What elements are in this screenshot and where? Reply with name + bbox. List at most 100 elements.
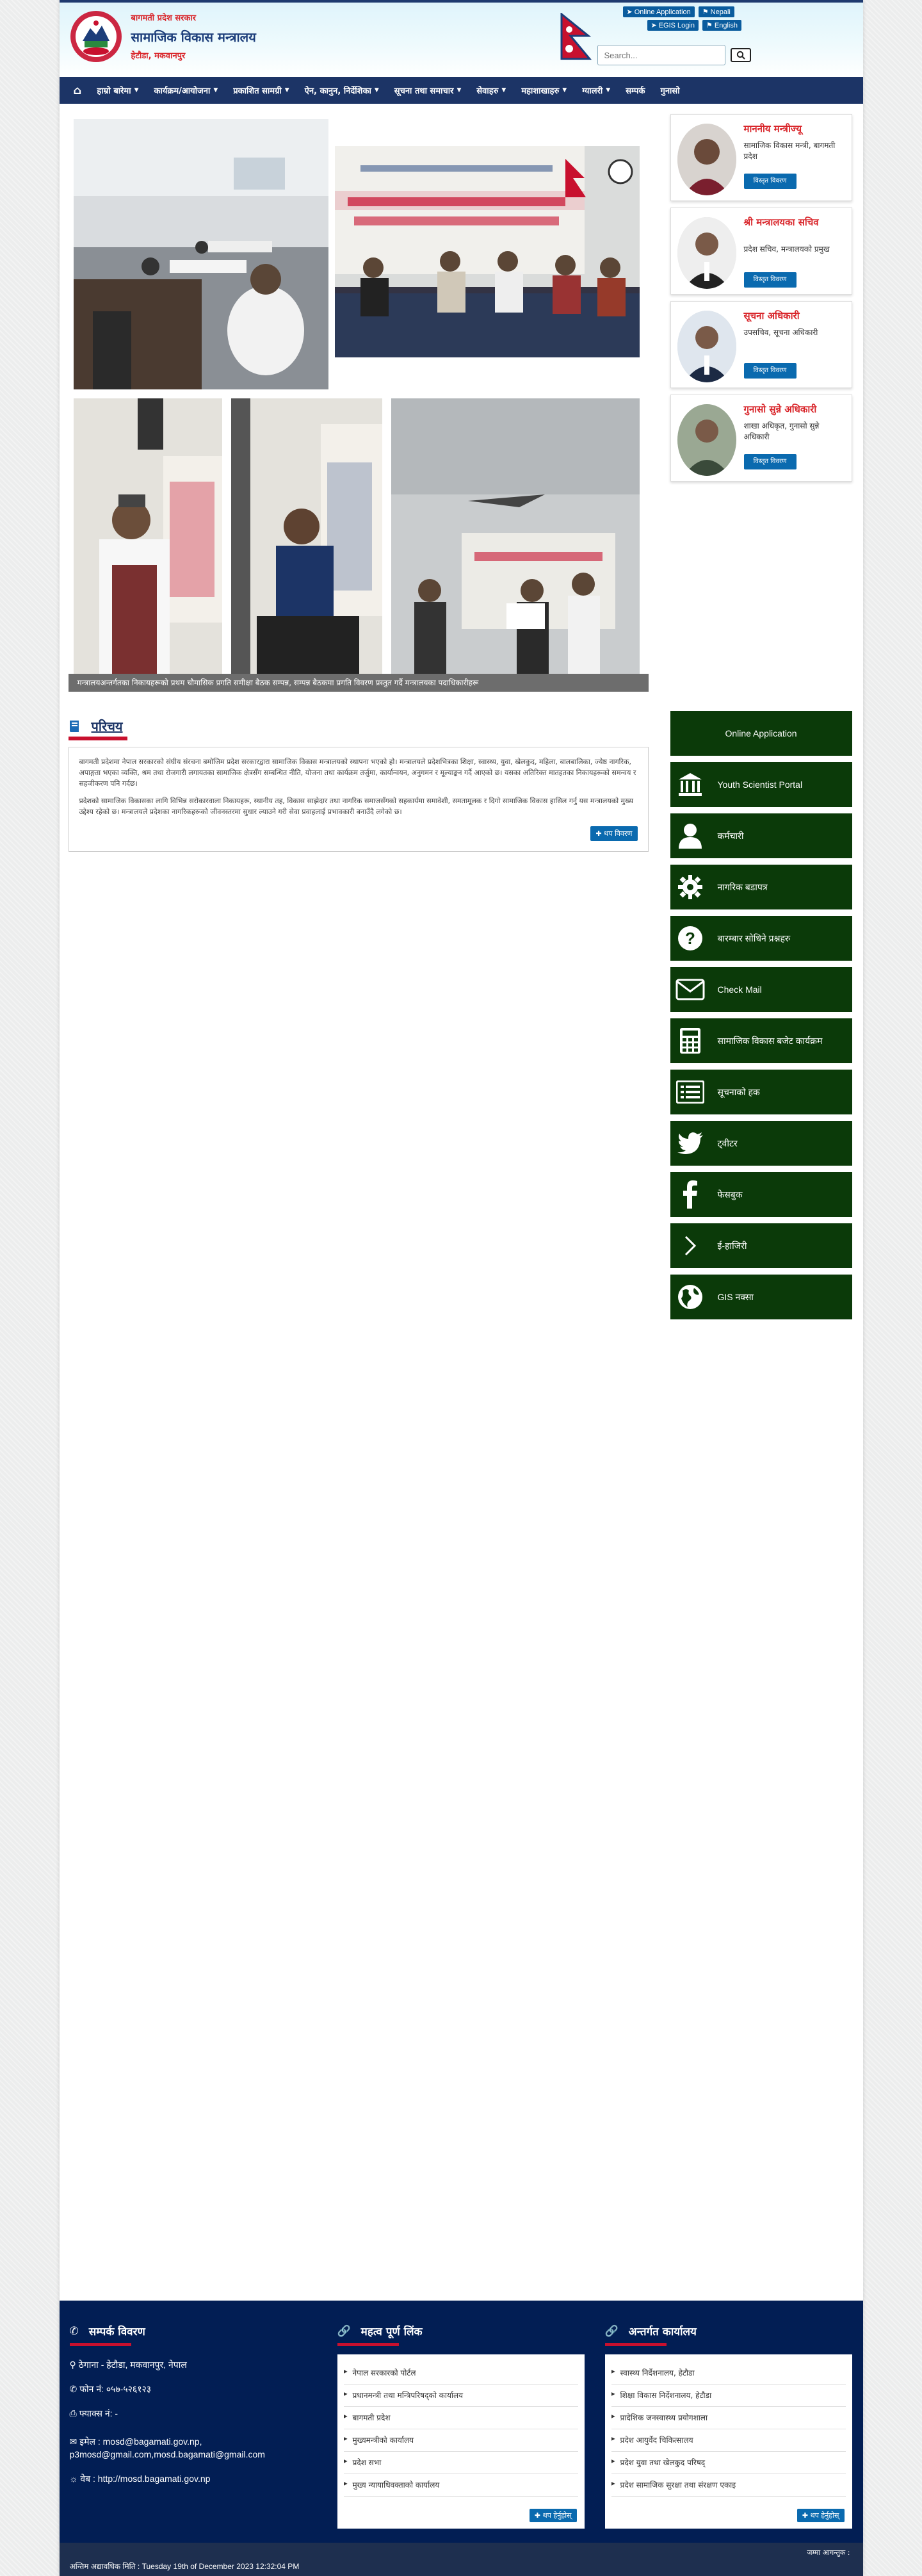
quick-link-twitter[interactable]: ट्वीटर [670, 1121, 852, 1166]
view-more-button[interactable]: ✚ थप हेर्नुहोस् [797, 2509, 845, 2522]
staff-card-information-officer: सूचना अधिकारी उपसचिव, सूचना अधिकारी विस्… [670, 301, 852, 388]
globe-icon: ☼ [69, 2474, 78, 2484]
office-location: हेटौडा, मकवानपुर [131, 51, 186, 61]
egis-login-link[interactable]: ➤ EGIS Login [647, 20, 699, 31]
phone-icon: ✆ [69, 2324, 79, 2338]
office-province: बागमती प्रदेश सरकार [131, 13, 197, 23]
office-names: बागमती प्रदेश सरकार सामाजिक विकास मन्त्र… [131, 12, 256, 61]
quick-link-right-to-information[interactable]: सूचनाको हक [670, 1070, 852, 1114]
nav-item-publications[interactable]: प्रकाशित सामग्री ▼ [225, 77, 296, 104]
quick-link-online-application[interactable]: Online Application [670, 711, 852, 756]
institution-icon [673, 762, 708, 807]
search-input[interactable] [597, 45, 725, 65]
chevron-down-icon: ▼ [501, 87, 506, 94]
image-slider[interactable]: मन्त्रालयअन्तर्गतका निकायहरूको प्रथम चौम… [68, 114, 649, 694]
chevron-down-icon: ▼ [562, 87, 567, 94]
gear-icon [673, 865, 708, 909]
search-button[interactable] [730, 48, 751, 62]
nepal-flag-icon: ⚑ [702, 8, 709, 16]
quick-link-gis-map[interactable]: GIS नक्सा [670, 1275, 852, 1319]
list-item[interactable]: प्रदेश सामाजिक सुरक्षा तथा संरक्षण एकाइ [611, 2474, 846, 2497]
page: बागमती प्रदेश सरकार सामाजिक विकास मन्त्र… [59, 0, 863, 2576]
nav-item-programs[interactable]: कार्यक्रम/आयोजना ▼ [147, 77, 226, 104]
staff-name: माननीय मन्त्रीज्यू [743, 123, 802, 135]
visitor-counter: जम्मा आगन्तुक : [807, 2548, 850, 2557]
envelope-icon [673, 967, 708, 1012]
nav-item-divisions[interactable]: महाशाखाहरु ▼ [514, 77, 574, 104]
calculator-icon [673, 1018, 708, 1063]
sign-in-icon: ➤ [651, 22, 657, 29]
quick-link-e-attendance[interactable]: ई-हाजिरी [670, 1223, 852, 1268]
list-item[interactable]: प्रादेशिक जनस्वास्थ्य प्रयोगशाला [611, 2407, 846, 2429]
nav-item-about[interactable]: हाम्रो बारेमा ▼ [89, 77, 146, 104]
meeting-hall-photo [73, 119, 328, 389]
site-header: बागमती प्रदेश सरकार सामाजिक विकास मन्त्र… [59, 0, 863, 77]
nepali-language-link[interactable]: ⚑ Nepali [698, 6, 734, 17]
staff-details-button[interactable]: विस्तृत विवरण [743, 454, 797, 469]
main-nav: ⌂ हाम्रो बारेमा ▼ कार्यक्रम/आयोजना ▼ प्रका… [59, 77, 863, 104]
important-links-title: 🔗 महत्व पूर्ण लिंक [337, 2324, 423, 2339]
quick-link-facebook[interactable]: फेसबुक [670, 1172, 852, 1217]
quick-link-citizen-charter[interactable]: नागरिक बडापत्र [670, 865, 852, 909]
speaker-photo-2 [230, 398, 382, 674]
list-item[interactable]: प्रदेश सभा [343, 2452, 578, 2474]
nav-item-gallery[interactable]: ग्यालरी ▼ [574, 77, 618, 104]
staff-details-button[interactable]: विस्तृत विवरण [743, 174, 797, 189]
quick-link-staff[interactable]: कर्मचारी [670, 813, 852, 858]
chevron-down-icon: ▼ [457, 87, 462, 94]
quick-link-youth-scientist-portal[interactable]: Youth Scientist Portal [670, 762, 852, 807]
quick-link-check-mail[interactable]: Check Mail [670, 967, 852, 1012]
chevron-right-icon [673, 1223, 708, 1268]
chevron-down-icon: ▼ [213, 87, 218, 94]
staff-details-button[interactable]: विस्तृत विवरण [743, 363, 797, 379]
contact-website[interactable]: ☼ वेब : http://mosd.bagamati.gov.np [70, 2472, 319, 2485]
nav-item-contact[interactable]: सम्पर्क [618, 77, 652, 104]
top-links: ➤ Online Application ⚑ Nepali ➤ EGIS Login … [622, 6, 780, 33]
list-item[interactable]: प्रधानमन्त्री तथा मन्त्रिपरिषद्को कार्या… [343, 2384, 578, 2407]
list-item[interactable]: नेपाल सरकारको पोर्टल [343, 2362, 578, 2384]
read-more-button[interactable]: ✚ थप विवरण [590, 826, 638, 841]
avatar [677, 311, 736, 382]
list-item[interactable]: प्रदेश युवा तथा खेलकुद परिषद् [611, 2452, 846, 2474]
email-icon: ✉ [69, 2436, 77, 2447]
sign-in-icon: ➤ [626, 8, 633, 16]
online-application-link[interactable]: ➤ Online Application [622, 6, 695, 17]
nav-item-services[interactable]: सेवाहरु ▼ [469, 77, 514, 104]
view-more-button[interactable]: ✚ थप हेर्नुहोस् [529, 2509, 577, 2522]
staff-post: सामाजिक विकास मन्त्री, बागमती प्रदेश [743, 141, 836, 161]
staff-details-button[interactable]: विस्तृत विवरण [743, 272, 797, 288]
last-updated: अन्तिम अद्यावधिक मिति : Tuesday 19th of … [69, 2562, 300, 2571]
list-item[interactable]: शिक्षा विकास निर्देशनालय, हेटौडा [611, 2384, 846, 2407]
list-item[interactable]: बागमती प्रदेश [343, 2407, 578, 2429]
staff-name: श्री मन्त्रालयका सचिव [743, 216, 819, 228]
list-item[interactable]: प्रदेश आयुर्वेद चिकित्सालय [611, 2429, 846, 2452]
staff-name: गुनासो सुन्ने अधिकारी [743, 404, 817, 415]
staff-post: उपसचिव, सूचना अधिकारी [743, 328, 818, 337]
home-icon[interactable]: ⌂ [70, 77, 90, 104]
list-item[interactable]: मुख्य न्यायाधिवक्ताको कार्यालय [343, 2474, 578, 2497]
important-links-list: नेपाल सरकारको पोर्टल प्रधानमन्त्री तथा म… [337, 2354, 585, 2529]
list-item[interactable]: स्वास्थ्य निर्देशनालय, हेटौडा [611, 2362, 846, 2384]
important-links-underline [337, 2343, 399, 2346]
nav-item-laws[interactable]: ऐन, कानुन, निर्देशिका ▼ [297, 77, 387, 104]
quick-link-budget-program[interactable]: सामाजिक विकास बजेट कार्यक्रम [670, 1018, 852, 1063]
list-item[interactable]: मुख्यमन्त्रीको कार्यालय [343, 2429, 578, 2452]
phone-icon: ✆ [69, 2384, 77, 2394]
nav-item-news[interactable]: सूचना तथा समाचार ▼ [387, 77, 469, 104]
contact-address: ⚲ ठेगाना - हेटौडा, मकवानपुर, नेपाल [69, 2360, 187, 2370]
contact-title: ✆ सम्पर्क विवरण [69, 2324, 145, 2339]
staff-card-grievance-officer: गुनासो सुन्ने अधिकारी शाखा अधिकृत, गुनास… [670, 395, 852, 482]
nav-item-grievance[interactable]: गुनासो [653, 77, 688, 104]
contact-email[interactable]: ✉ इमेल : mosd@bagamati.gov.np, p3mosd@gma… [70, 2435, 319, 2461]
intro-header: परिचय [69, 717, 123, 735]
contact-underline [69, 2343, 131, 2346]
chevron-down-icon: ▼ [134, 87, 139, 94]
staff-name: सूचना अधिकारी [743, 310, 800, 322]
quick-link-faq[interactable]: ? बारम्बार सोधिने प्रश्नहरु [670, 916, 852, 961]
book-icon [69, 720, 79, 732]
nepal-emblem-logo[interactable] [69, 9, 124, 64]
english-language-link[interactable]: ⚑ English [702, 20, 741, 31]
handover-photo [391, 398, 640, 674]
office-title: सामाजिक विकास मन्त्रालय [131, 29, 256, 45]
staff-post: शाखा अधिकृत, गुनासो सुन्ने अधिकारी [743, 421, 820, 441]
